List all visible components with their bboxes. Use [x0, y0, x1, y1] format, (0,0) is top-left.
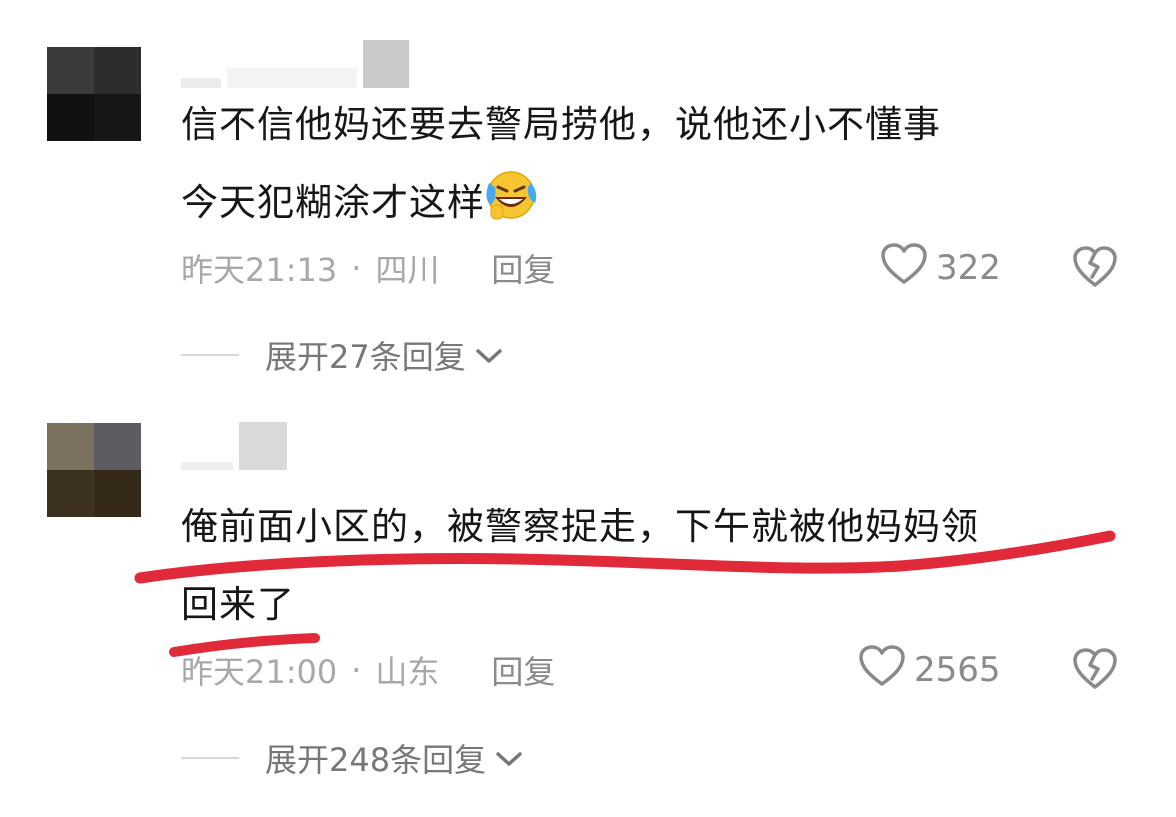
dislike-button[interactable]: [1072, 647, 1118, 695]
comment-text-line: 信不信他妈还要去警局捞他，说他还小不懂事: [181, 103, 941, 146]
expand-replies-button[interactable]: 展开27条回复: [181, 330, 504, 380]
comment-text: 俺前面小区的，被警察捉走，下午就被他妈妈领 回来了: [181, 488, 1141, 644]
comment-text-line: 回来了: [181, 583, 295, 626]
expand-replies-button[interactable]: 展开248条回复: [181, 733, 524, 783]
chevron-down-icon: [474, 336, 504, 374]
comment-item: 俺前面小区的，被警察捉走，下午就被他妈妈领 回来了 昨天21:00 · 山东 回…: [0, 400, 1176, 817]
comment-location: 四川: [375, 251, 440, 289]
like-button[interactable]: 322: [880, 242, 1001, 295]
expand-replies-label: 展开248条回复: [265, 741, 487, 779]
meta-separator: ·: [351, 651, 362, 689]
divider-line: [181, 757, 239, 759]
chevron-down-icon: [494, 739, 524, 777]
expand-replies-label: 展开27条回复: [265, 338, 466, 376]
comment-text: 信不信他妈还要去警局捞他，说他还小不懂事 今天犯糊涂才这样: [181, 86, 1141, 248]
broken-heart-icon: [1072, 648, 1118, 695]
dislike-button[interactable]: [1072, 245, 1118, 293]
comment-time: 昨天21:13: [181, 251, 338, 289]
avatar[interactable]: [47, 47, 141, 141]
avatar[interactable]: [47, 423, 141, 517]
comment-time: 昨天21:00: [181, 653, 338, 691]
comment-location: 山东: [375, 653, 440, 691]
comment-text-line: 今天犯糊涂才这样: [181, 164, 1141, 248]
divider-line: [181, 354, 239, 356]
comment-text-line2: 今天犯糊涂才这样: [181, 181, 485, 224]
broken-heart-icon: [1072, 246, 1118, 293]
like-button[interactable]: 2565: [858, 644, 1001, 697]
laughing-crying-emoji-icon: [485, 169, 537, 248]
reply-button[interactable]: 回复: [491, 647, 555, 693]
heart-outline-icon: [858, 644, 906, 697]
meta-separator: ·: [351, 249, 362, 287]
comment-item: 信不信他妈还要去警局捞他，说他还小不懂事 今天犯糊涂才这样 昨天21:13 · …: [0, 0, 1176, 400]
comment-text-line: 俺前面小区的，被警察捉走，下午就被他妈妈领: [181, 505, 979, 548]
username-blurred[interactable]: [181, 40, 409, 88]
like-count: 322: [936, 248, 1001, 288]
reply-button[interactable]: 回复: [491, 245, 555, 291]
heart-outline-icon: [880, 242, 928, 295]
like-count: 2565: [914, 650, 1001, 690]
username-blurred[interactable]: [181, 422, 287, 470]
